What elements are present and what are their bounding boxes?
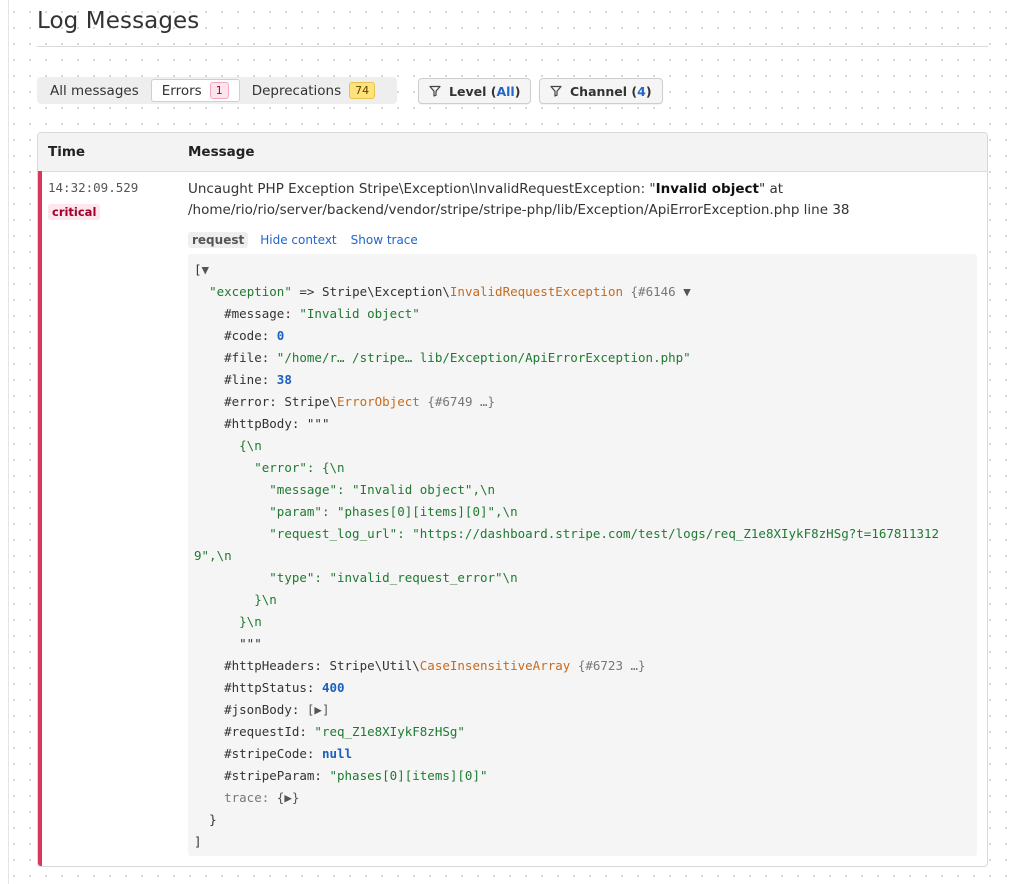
dump-arrow: => (291, 284, 322, 299)
log-time: 14:32:09.529 (48, 180, 139, 195)
dump-body-line: }\n (239, 614, 262, 629)
dump-code-key: #code: (224, 328, 277, 343)
channel-filter-value: 4 (637, 83, 646, 99)
dump-exception-class: InvalidRequestException (449, 284, 623, 299)
log-message: Uncaught PHP Exception Stripe\Exception\… (188, 179, 968, 221)
message-prefix: Uncaught PHP Exception Stripe\Exception\… (188, 181, 656, 197)
tab-all-messages-label: All messages (50, 82, 139, 99)
tab-errors[interactable]: Errors 1 (150, 79, 240, 102)
dump-file-key: #file: (224, 350, 277, 365)
tab-all-messages[interactable]: All messages (40, 79, 149, 102)
dump-body-line: "message": "Invalid object",\n (269, 482, 496, 497)
log-table: Time Message 14:32:09.529 critical Uncau… (37, 132, 988, 867)
channel-filter-label: Channel (570, 83, 628, 99)
collapse-toggle-icon[interactable]: ▼ (202, 262, 210, 277)
dump-jsonbody-key: #jsonBody: (224, 702, 307, 717)
dump-headers-key: #httpHeaders: (224, 658, 330, 673)
message-highlight: Invalid object (655, 181, 759, 197)
dump-headers-ref[interactable]: {#6723 …} (570, 658, 646, 673)
dump-close-bracket: ] (194, 834, 202, 849)
dump-error-ns: Stripe\ (284, 394, 338, 409)
tab-deprecations-label: Deprecations (251, 82, 342, 99)
filter-icon (429, 85, 441, 97)
dump-headers-ns: Stripe\Util\ (329, 658, 420, 673)
title-divider (37, 46, 988, 47)
hide-context-link[interactable]: Hide context (260, 233, 336, 247)
column-header-time: Time (48, 144, 86, 160)
dump-open-bracket: [ (194, 262, 202, 277)
show-trace-link[interactable]: Show trace (351, 233, 418, 247)
dump-trace-toggle[interactable]: {▶} (277, 790, 300, 805)
errors-count-badge: 1 (209, 82, 229, 99)
dump-status-value: 400 (321, 680, 345, 695)
table-header: Time Message (38, 133, 987, 172)
dump-error-class: ErrorObject (337, 394, 420, 409)
context-tag: request (188, 232, 249, 248)
tab-deprecations[interactable]: Deprecations 74 (242, 79, 385, 102)
dump-code-value: 0 (276, 328, 285, 343)
level-filter-value: All (496, 83, 515, 99)
dump-message-value: "Invalid object" (299, 306, 420, 321)
message-tabs: All messages Errors 1 Deprecations 74 (37, 77, 397, 104)
dump-stripeparam-value: "phases[0][items][0]" (329, 768, 488, 783)
dump-body-line: "request_log_url": "https://dashboard.st… (269, 526, 940, 541)
severity-indicator (38, 171, 42, 866)
dump-line-key: #line: (224, 372, 277, 387)
page-title: Log Messages (37, 8, 200, 34)
dump-close-brace: } (209, 812, 217, 827)
filter-icon (550, 85, 562, 97)
channel-filter-button[interactable]: Channel (4) (539, 78, 663, 104)
dump-exception-key: "exception" (209, 284, 292, 299)
level-filter-button[interactable]: Level (All) (418, 78, 532, 104)
dump-httpbody-open: """ (306, 416, 330, 431)
dump-requestid-value: "req_Z1e8XIykF8zHSg" (314, 724, 465, 739)
dump-body-line: }\n (254, 592, 277, 607)
dump-body-line: 9",\n (194, 548, 232, 563)
context-dump: [▼ "exception" => Stripe\Exception\Inval… (188, 254, 977, 856)
level-badge: critical (48, 204, 101, 220)
dump-error-ref[interactable]: {#6749 …} (420, 394, 495, 409)
dump-jsonbody-toggle[interactable]: [▶] (307, 702, 330, 717)
dump-status-key: #httpStatus: (224, 680, 322, 695)
dump-httpbody-key: #httpBody: (224, 416, 307, 431)
collapse-toggle-icon[interactable]: ▼ (683, 284, 691, 299)
dump-body-line: "error": {\n (254, 460, 345, 475)
table-row: 14:32:09.529 critical Uncaught PHP Excep… (38, 171, 987, 866)
dump-body-line: "type": "invalid_request_error"\n (269, 570, 518, 585)
dump-trace-key: trace: (224, 790, 277, 805)
dump-stripecode-key: #stripeCode: (224, 746, 322, 761)
sidebar-edge (0, 0, 9, 884)
dump-line-value: 38 (276, 372, 292, 387)
dump-requestid-key: #requestId: (224, 724, 315, 739)
tab-errors-label: Errors (161, 82, 202, 99)
dump-exception-ns: Stripe\Exception\ (321, 284, 450, 299)
dump-body-line: """ (239, 636, 262, 651)
deprecations-count-badge: 74 (349, 82, 376, 99)
level-filter-label: Level (449, 83, 487, 99)
dump-stripecode-value: null (321, 746, 353, 761)
dump-body-line: {\n (239, 438, 262, 453)
dump-message-key: #message: (224, 306, 300, 321)
dump-headers-class: CaseInsensitiveArray (419, 658, 571, 673)
dump-stripeparam-key: #stripeParam: (224, 768, 330, 783)
dump-body-line: "param": "phases[0][items][0]",\n (269, 504, 518, 519)
column-header-message: Message (188, 144, 255, 160)
dump-exception-ref: {#6146 (623, 284, 676, 299)
context-controls: request Hide context Show trace (188, 232, 432, 248)
dump-error-key: #error: (224, 394, 285, 409)
dump-file-value: "/home/r… /stripe… lib/Exception/ApiErro… (276, 350, 691, 365)
